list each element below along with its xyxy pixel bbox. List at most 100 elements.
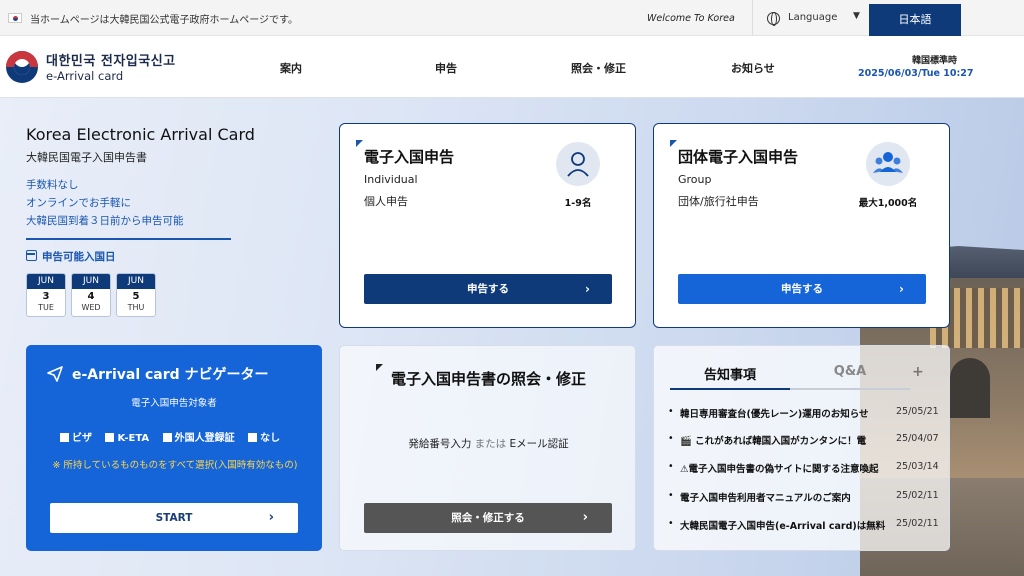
intro-divider bbox=[26, 238, 231, 240]
list-item[interactable]: • 🎬 これがあれば韓国入国がカンタンに！電 25/04/07 bbox=[668, 433, 942, 449]
intro-line-fee: 手数料なし bbox=[26, 179, 79, 191]
nav-item-notice[interactable]: お知らせ bbox=[731, 60, 775, 76]
welcome-link[interactable]: Welcome To Korea bbox=[647, 13, 735, 24]
chevron-right-icon: › bbox=[582, 510, 588, 525]
available-date: JUN 3 TUE bbox=[26, 273, 66, 317]
kst-clock: 2025/06/03/Tue 10:27 bbox=[858, 68, 974, 79]
nav-item-apply[interactable]: 申告 bbox=[435, 60, 457, 76]
language-label: Language bbox=[788, 12, 838, 23]
intro-title: Korea Electronic Arrival Card bbox=[26, 125, 255, 144]
news-date: 25/02/11 bbox=[896, 518, 939, 529]
inquiry-button[interactable]: 照会・修正する › bbox=[364, 503, 612, 533]
globe-icon bbox=[767, 12, 780, 26]
arrival-card-navigator: e-Arrival card ナビゲーター 電子入国申告対象者 ビザ K-ETA… bbox=[26, 345, 322, 551]
person-icon bbox=[556, 142, 600, 186]
site-header: 대한민국 전자입국신고 e-Arrival card 案内 申告 照会・修正 お… bbox=[0, 36, 1024, 98]
logo-english-text[interactable]: e-Arrival card bbox=[46, 69, 123, 83]
checkbox-icon[interactable] bbox=[60, 433, 69, 442]
bullet-icon: • bbox=[668, 490, 674, 501]
date-month: JUN bbox=[27, 274, 65, 289]
government-logo-icon[interactable] bbox=[6, 51, 38, 83]
individual-card-en: Individual bbox=[364, 173, 418, 186]
korea-flag-icon bbox=[8, 13, 22, 23]
checkbox-icon[interactable] bbox=[248, 433, 258, 442]
navigator-title: e-Arrival card ナビゲーター bbox=[72, 367, 269, 383]
tab-qa[interactable]: Q&A bbox=[790, 364, 910, 390]
news-title[interactable]: 🎬 これがあれば韓国入国がカンタンに！電 bbox=[680, 433, 890, 447]
date-day: 5 bbox=[132, 291, 140, 302]
news-title[interactable]: 韓日専用審査台(優先レーン)運用のお知らせ bbox=[680, 406, 890, 420]
individual-card-jp: 個人申告 bbox=[364, 195, 408, 208]
option-visa[interactable]: ビザ bbox=[60, 429, 92, 444]
news-date: 25/04/07 bbox=[896, 433, 939, 444]
group-card-en: Group bbox=[678, 173, 712, 186]
group-apply-label: 申告する bbox=[781, 283, 823, 295]
list-item[interactable]: • 大韓民国電子入国申告(e-Arrival card)は無料 25/02/11 bbox=[668, 518, 942, 534]
individual-count: 1-9名 bbox=[564, 198, 592, 209]
date-day: 3 bbox=[42, 291, 50, 302]
card-corner-mark bbox=[670, 140, 677, 147]
available-date: JUN 5 THU bbox=[116, 273, 156, 317]
more-plus-icon[interactable]: + bbox=[912, 364, 924, 380]
date-weekday: TUE bbox=[38, 303, 54, 312]
tab-notice[interactable]: 告知事項 bbox=[670, 364, 790, 390]
news-date: 25/05/21 bbox=[896, 406, 939, 417]
current-language-button[interactable]: 日本語 bbox=[869, 4, 961, 36]
chevron-right-icon: › bbox=[899, 282, 904, 296]
card-corner-mark bbox=[356, 140, 363, 147]
news-title[interactable]: ⚠電子入国申告書の偽サイトに関する注意喚起 bbox=[680, 461, 890, 475]
individual-apply-label: 申告する bbox=[467, 283, 509, 295]
chevron-right-icon: › bbox=[585, 282, 590, 296]
paper-plane-icon bbox=[46, 365, 64, 387]
start-button[interactable]: START › bbox=[50, 503, 298, 533]
nav-item-guide[interactable]: 案内 bbox=[280, 60, 302, 76]
bullet-icon: • bbox=[668, 461, 674, 472]
intro-subtitle: 大韓民国電子入国申告書 bbox=[26, 151, 147, 164]
navigator-warning: ※ 所持しているものものをすべて選択(入国時有効なもの) bbox=[52, 460, 298, 471]
group-card-jp: 団体/旅行社申告 bbox=[678, 195, 759, 208]
list-item[interactable]: • 電子入国申告利用者マニュアルのご案内 25/02/11 bbox=[668, 490, 942, 506]
date-weekday: WED bbox=[81, 303, 101, 312]
calendar-icon bbox=[26, 250, 37, 261]
date-day: 4 bbox=[87, 291, 95, 302]
official-site-notice: 当ホームページは大韓民国公式電子政府ホームページです。 bbox=[30, 15, 298, 26]
start-label: START bbox=[155, 512, 193, 524]
palace-arch bbox=[950, 358, 990, 418]
news-date: 25/02/11 bbox=[896, 490, 939, 501]
navigator-subtitle: 電子入国申告対象者 bbox=[131, 398, 217, 409]
navigator-options: ビザ K-ETA 外国人登録証 なし bbox=[60, 429, 290, 444]
bullet-icon: • bbox=[668, 518, 674, 529]
kst-label: 韓国標準時 bbox=[912, 56, 958, 66]
option-alien-registration[interactable]: 外国人登録証 bbox=[162, 429, 235, 444]
individual-apply-button[interactable]: 申告する › bbox=[364, 274, 612, 304]
inquiry-description: 発給番号入力 または Eメール認証 bbox=[408, 438, 569, 450]
chevron-down-icon: ▼ bbox=[853, 11, 860, 21]
group-declaration-card: 団体電子入国申告 Group 団体/旅行社申告 最大1,000名 申告する › bbox=[653, 123, 950, 328]
news-title[interactable]: 電子入国申告利用者マニュアルのご案内 bbox=[680, 490, 890, 504]
news-date: 25/03/14 bbox=[896, 461, 939, 472]
individual-card-title: 電子入国申告 bbox=[364, 148, 455, 166]
date-weekday: THU bbox=[127, 303, 145, 312]
option-keta[interactable]: K-ETA bbox=[105, 433, 149, 444]
top-bar: 当ホームページは大韓民国公式電子政府ホームページです。 Welcome To K… bbox=[0, 0, 1024, 36]
bullet-icon: • bbox=[668, 406, 674, 417]
logo-korean-text[interactable]: 대한민국 전자입국신고 bbox=[46, 50, 176, 69]
intro-line-online: オンラインでお手軽に bbox=[26, 197, 131, 209]
list-item[interactable]: • ⚠電子入国申告書の偽サイトに関する注意喚起 25/03/14 bbox=[668, 461, 942, 477]
nav-item-inquiry[interactable]: 照会・修正 bbox=[571, 60, 626, 76]
checkbox-icon[interactable] bbox=[162, 433, 172, 442]
inquiry-card: 電子入国申告書の照会・修正 発給番号入力 または Eメール認証 照会・修正する … bbox=[339, 345, 636, 551]
list-item[interactable]: • 韓日専用審査台(優先レーン)運用のお知らせ 25/05/21 bbox=[668, 406, 942, 422]
bullet-icon: • bbox=[668, 433, 674, 444]
checkbox-icon[interactable] bbox=[105, 433, 115, 442]
available-date: JUN 4 WED bbox=[71, 273, 111, 317]
group-count: 最大1,000名 bbox=[858, 198, 918, 209]
option-none[interactable]: なし bbox=[248, 429, 280, 444]
group-people-icon bbox=[866, 142, 910, 186]
date-month: JUN bbox=[72, 274, 110, 289]
group-apply-button[interactable]: 申告する › bbox=[678, 274, 926, 304]
individual-declaration-card: 電子入国申告 Individual 個人申告 1-9名 申告する › bbox=[339, 123, 636, 328]
inquiry-button-label: 照会・修正する bbox=[451, 512, 525, 524]
language-selector[interactable]: Language ▼ bbox=[752, 0, 868, 36]
news-title[interactable]: 大韓民国電子入国申告(e-Arrival card)は無料 bbox=[680, 518, 890, 532]
